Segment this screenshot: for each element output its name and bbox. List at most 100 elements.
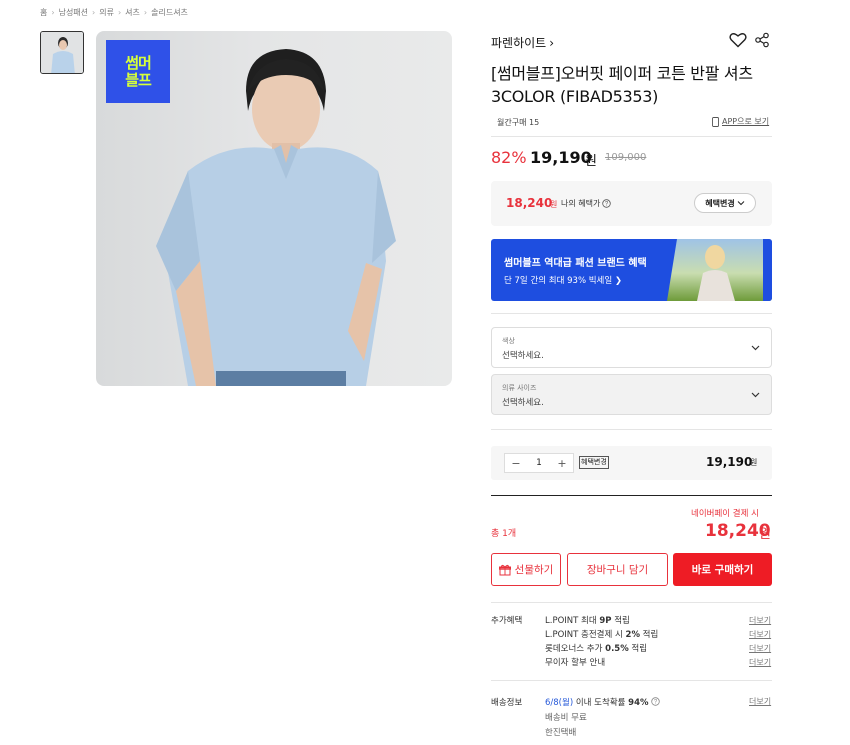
chevron-right-icon: › bbox=[92, 8, 96, 17]
size-select-value: 선택하세요. bbox=[502, 398, 544, 408]
total-count: 총 1개 bbox=[491, 529, 517, 539]
promo-badge-line1: 썸머 bbox=[125, 53, 152, 72]
shipping-eta: 6/8(월) 이내 도착확률 94% ? bbox=[545, 696, 660, 708]
gift-button[interactable]: 선물하기 bbox=[491, 553, 561, 586]
chevron-down-icon bbox=[751, 392, 760, 398]
breadcrumb-item[interactable]: 의류 bbox=[99, 7, 114, 18]
product-main-image: 썸머 블프 bbox=[96, 31, 452, 386]
banner-image bbox=[667, 239, 772, 301]
more-link[interactable]: 더보기 bbox=[749, 696, 771, 707]
extra-benefit-value: 0.5% bbox=[605, 644, 629, 654]
extra-benefit-value: 9P bbox=[599, 616, 612, 626]
sale-price-unit: 원 bbox=[585, 154, 597, 169]
chevron-right-icon: › bbox=[51, 8, 55, 17]
monthly-sales: 월간구매 15 bbox=[497, 118, 540, 127]
add-to-cart-button[interactable]: 장바구니 담기 bbox=[567, 553, 668, 586]
color-select[interactable]: 색상 선택하세요. bbox=[491, 327, 772, 368]
shipping-title: 배송정보 bbox=[491, 698, 523, 708]
color-select-value: 선택하세요. bbox=[502, 351, 544, 361]
divider bbox=[491, 136, 772, 137]
extra-benefit-value: 2% bbox=[625, 630, 640, 640]
brand-link[interactable]: 파렌하이트 › bbox=[491, 34, 554, 51]
quantity-row: − 1 + 혜택변경 19,190 원 bbox=[491, 446, 772, 480]
shipping-date-suffix: 이내 도착확률 bbox=[573, 698, 629, 708]
banner-title: 썸머블프 역대급 패션 브랜드 혜택 bbox=[504, 258, 647, 269]
original-price: 109,000 bbox=[605, 152, 647, 163]
benefit-price: 18,240 bbox=[506, 196, 553, 210]
banner-photo bbox=[667, 239, 772, 301]
quantity-value[interactable]: 1 bbox=[536, 458, 542, 468]
chevron-down-icon bbox=[751, 345, 760, 351]
buy-button-label: 바로 구매하기 bbox=[691, 564, 754, 576]
color-select-label: 색상 bbox=[502, 337, 515, 345]
shipping-carrier: 한진택배 bbox=[545, 728, 577, 738]
size-select[interactable]: 의류 사이즈 선택하세요. bbox=[491, 374, 772, 415]
breadcrumb-item[interactable]: 홈 bbox=[40, 7, 47, 18]
product-thumbnail[interactable] bbox=[40, 31, 84, 74]
promo-badge-line2: 블프 bbox=[125, 70, 152, 89]
benefit-box: 18,240 원 나의 혜택가 ? 혜택변경 bbox=[491, 181, 772, 226]
extra-benefit-suffix: 적립 bbox=[628, 644, 648, 654]
chevron-down-icon bbox=[737, 201, 745, 206]
extra-benefit-line: L.POINT 충전결제 시 2% 적립 bbox=[545, 628, 658, 640]
quantity-price-unit: 원 bbox=[750, 458, 758, 467]
sale-price: 19,190 bbox=[530, 148, 592, 167]
extra-benefit-text: 롯데오너스 추가 bbox=[545, 644, 606, 654]
chevron-right-icon: › bbox=[143, 8, 148, 17]
app-view-link[interactable]: APP으로 보기 bbox=[712, 116, 769, 127]
share-icon[interactable] bbox=[754, 32, 770, 48]
breadcrumb-item[interactable]: 솔리드셔츠 bbox=[151, 7, 188, 18]
buy-now-button[interactable]: 바로 구매하기 bbox=[673, 553, 772, 586]
divider bbox=[491, 495, 772, 496]
benefit-change-button[interactable]: 혜택변경 bbox=[694, 193, 756, 213]
more-link[interactable]: 더보기 bbox=[749, 657, 771, 668]
product-thumbnail-image bbox=[41, 32, 83, 73]
banner-subtitle: 단 7일 간의 최대 93% 빅세일 ❯ bbox=[504, 276, 623, 286]
extra-benefit-line: 롯데오너스 추가 0.5% 적립 bbox=[545, 642, 647, 654]
quantity-benefit-tag[interactable]: 혜택변경 bbox=[579, 456, 609, 469]
shipping-fee: 배송비 무료 bbox=[545, 713, 587, 723]
divider bbox=[491, 602, 772, 603]
extra-benefit-text: L.POINT 충전결제 시 bbox=[545, 630, 626, 640]
more-link[interactable]: 더보기 bbox=[749, 629, 771, 640]
total-price-unit: 원 bbox=[759, 527, 771, 542]
app-view-label: APP으로 보기 bbox=[722, 117, 770, 126]
more-link[interactable]: 더보기 bbox=[749, 615, 771, 626]
extra-benefit-text: L.POINT 최대 bbox=[545, 616, 600, 626]
divider bbox=[491, 429, 772, 430]
more-link[interactable]: 더보기 bbox=[749, 643, 771, 654]
benefit-price-unit: 원 bbox=[550, 200, 558, 209]
promo-banner[interactable]: 썸머블프 역대급 패션 브랜드 혜택 단 7일 간의 최대 93% 빅세일 ❯ bbox=[491, 239, 772, 301]
heart-icon[interactable] bbox=[729, 32, 747, 48]
shipping-probability: 94% bbox=[628, 698, 649, 708]
chevron-right-icon: › bbox=[117, 8, 122, 17]
breadcrumb-item[interactable]: 남성패션 bbox=[59, 7, 88, 18]
naverpay-note: 네이버페이 결제 시 bbox=[691, 509, 759, 519]
divider bbox=[491, 680, 772, 681]
gift-button-label: 선물하기 bbox=[514, 564, 554, 576]
extra-benefit-line: 무이자 할부 안내 bbox=[545, 656, 605, 668]
breadcrumb-item[interactable]: 셔츠 bbox=[125, 7, 140, 18]
divider bbox=[491, 313, 772, 314]
extra-benefits-title: 추가혜택 bbox=[491, 616, 523, 626]
cart-button-label: 장바구니 담기 bbox=[586, 564, 649, 576]
discount-rate: 82% bbox=[491, 148, 527, 167]
gift-icon bbox=[498, 564, 511, 575]
help-icon[interactable]: ? bbox=[651, 697, 660, 706]
help-icon[interactable]: ? bbox=[602, 199, 612, 208]
promo-badge: 썸머 블프 bbox=[106, 40, 170, 103]
extra-benefit-line: L.POINT 최대 9P 적립 bbox=[545, 614, 630, 626]
product-title: [썸머블프]오버핏 페이퍼 코튼 반팔 셔츠 3COLOR (FIBAD5353… bbox=[491, 64, 753, 106]
size-select-label: 의류 사이즈 bbox=[502, 384, 537, 392]
quantity-plus-button[interactable]: + bbox=[556, 457, 568, 470]
extra-benefit-suffix: 적립 bbox=[639, 630, 659, 640]
shipping-date: 6/8(월) bbox=[545, 698, 574, 708]
benefit-label-text: 나의 혜택가 bbox=[561, 199, 601, 208]
quantity-minus-button[interactable]: − bbox=[510, 457, 522, 470]
chevron-right-icon: › bbox=[549, 35, 555, 50]
breadcrumb: 홈 › 남성패션 › 의류 › 셔츠 › 솔리드셔츠 bbox=[40, 7, 188, 18]
benefit-change-label: 혜택변경 bbox=[705, 198, 735, 208]
quantity-stepper: − 1 + bbox=[504, 453, 574, 473]
benefit-label: 나의 혜택가 ? bbox=[561, 198, 612, 209]
quantity-price: 19,190 bbox=[706, 455, 753, 469]
